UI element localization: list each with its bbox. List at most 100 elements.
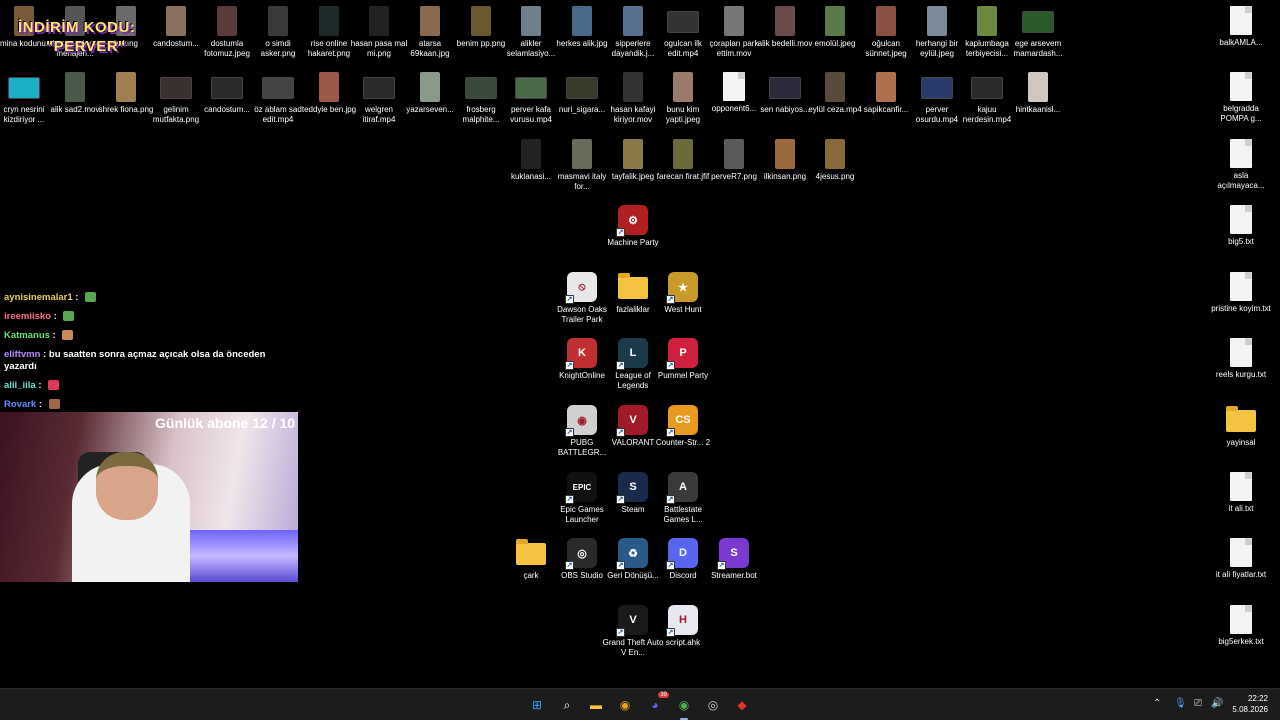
shortcut-arrow-icon: ↗ xyxy=(616,495,625,504)
image-thumbnail-icon xyxy=(977,6,997,36)
streamer-head xyxy=(96,452,158,520)
desktop-icon[interactable]: yayinsal xyxy=(1213,405,1269,448)
desktop-icon[interactable]: öz ablam sad edit.mp4 xyxy=(250,72,306,125)
microphone-icon[interactable]: 🎙 xyxy=(1174,698,1187,709)
video-thumbnail-icon xyxy=(8,77,40,99)
image-thumbnail-icon xyxy=(268,6,288,36)
image-thumbnail-icon xyxy=(521,139,541,169)
shortcut-arrow-icon: ↗ xyxy=(616,561,625,570)
image-thumbnail-icon xyxy=(724,139,744,169)
desktop-icon-label: script.ahk xyxy=(665,638,701,647)
shortcut-arrow-icon: ↗ xyxy=(565,428,574,437)
desktop-icon-label: Pummel Party xyxy=(657,371,709,380)
desktop-icon[interactable]: pristine koyim.txt xyxy=(1211,272,1271,314)
app-shortcut-icon: H ↗ xyxy=(666,605,698,637)
desktop-icon[interactable]: P ↗ Pummel Party xyxy=(655,338,711,381)
desktop-icon[interactable]: it ali.txt xyxy=(1213,472,1269,514)
desktop-icon[interactable]: reels kurgu.txt xyxy=(1213,338,1269,380)
desktop-icon[interactable]: atarsa 69kaan.jpg xyxy=(402,6,458,59)
desktop-icon[interactable]: H ↗ script.ahk xyxy=(655,605,711,648)
image-thumbnail-icon xyxy=(471,6,491,36)
tray-chevron-icon[interactable]: ⌃ xyxy=(1153,698,1161,709)
text-file-icon xyxy=(1230,6,1252,35)
desktop-icon[interactable]: A ↗ Battlestate Games L... xyxy=(655,472,711,525)
image-thumbnail-icon xyxy=(116,72,136,102)
notification-badge: 39 xyxy=(658,692,669,698)
app-shortcut-icon: K ↗ xyxy=(565,338,597,370)
desktop-icon[interactable]: S ↗ Streamer.bot xyxy=(706,538,762,581)
desktop-icon[interactable]: it ali fiyatlar.txt xyxy=(1213,538,1269,580)
video-thumbnail-icon xyxy=(667,11,699,33)
folder-icon xyxy=(618,273,648,299)
chat-emote-icon xyxy=(62,330,74,341)
desktop-icon[interactable]: ◉ ↗ PUBG BATTLEGR... xyxy=(554,405,610,458)
network-icon[interactable]: ⎚ xyxy=(1194,698,1202,709)
desktop-icon[interactable]: ★ ↗ West Hunt xyxy=(655,272,711,315)
image-thumbnail-icon xyxy=(775,6,795,36)
search-icon[interactable]: ⌕ xyxy=(557,695,577,715)
desktop-icon[interactable]: EPIC ↗ Epic Games Launcher xyxy=(554,472,610,525)
chat-separator: : xyxy=(40,349,49,360)
chrome-icon[interactable]: ◉ xyxy=(615,695,635,715)
app-shortcut-icon: ★ ↗ xyxy=(666,272,698,304)
desktop-icon[interactable]: welgren itiraf.mp4 xyxy=(351,72,407,125)
desktop-icon[interactable]: 4jesus.png xyxy=(807,139,863,182)
image-thumbnail-icon xyxy=(65,72,85,102)
desktop-icon-label: pristine koyim.txt xyxy=(1211,304,1271,313)
promo-overlay: İNDİRİM KODU: "PERVER" xyxy=(18,18,168,56)
desktop-icon[interactable]: big5.txt xyxy=(1213,205,1269,247)
video-thumbnail-icon xyxy=(160,77,192,99)
image-thumbnail-icon xyxy=(825,139,845,169)
text-file-icon xyxy=(1230,605,1252,634)
desktop-icon[interactable]: gelinim mutfakta.png xyxy=(148,72,204,125)
desktop-icon[interactable]: çorapları park ettim.mov xyxy=(706,6,762,59)
desktop-icon[interactable]: bunu kim yapti.jpeg xyxy=(655,72,711,125)
desktop-icon[interactable]: ⚙ ↗ Machine Party xyxy=(605,205,661,248)
chat-message: eliftvmn : bu saatten sonra açmaz açıcak… xyxy=(4,349,284,373)
text-file-icon xyxy=(1230,72,1252,101)
desktop-icon[interactable]: big5erkek.txt xyxy=(1213,605,1269,647)
desktop-icon[interactable]: kajuu nerdesin.mp4 xyxy=(959,72,1015,125)
desktop-icon[interactable]: ⦸ ↗ Dawson Oaks Trailer Park xyxy=(554,272,610,325)
image-thumbnail-icon xyxy=(623,139,643,169)
desktop-icon[interactable]: masmavi italy for... xyxy=(554,139,610,192)
desktop-icon[interactable]: balkAMLA... xyxy=(1213,6,1269,48)
file-explorer-icon[interactable]: ▬ xyxy=(586,695,606,715)
volume-icon[interactable]: 🔊 xyxy=(1211,698,1223,709)
discord-icon[interactable]: ◕ 39 xyxy=(645,692,669,715)
video-thumbnail-icon xyxy=(465,77,497,99)
desktop-icon[interactable]: L ↗ League of Legends xyxy=(605,338,661,391)
video-thumbnail-icon xyxy=(769,77,801,99)
desktop-icon[interactable]: cryn nesrini kizdiriyor ... xyxy=(0,72,52,125)
promo-line1: İNDİRİM KODU: xyxy=(18,19,136,36)
chrome-active-icon[interactable]: ◉ xyxy=(674,695,694,720)
desktop-icon[interactable]: asla açılmayaca... xyxy=(1213,139,1269,191)
shortcut-arrow-icon: ↗ xyxy=(565,361,574,370)
video-thumbnail-icon xyxy=(515,77,547,99)
desktop-icon[interactable]: V ↗ Grand Theft Auto V En... xyxy=(603,605,663,658)
desktop-icon[interactable]: belgradda POMPA g... xyxy=(1213,72,1269,124)
app-shortcut-icon: A ↗ xyxy=(666,472,698,504)
app-shortcut-icon: EPIC ↗ xyxy=(565,472,597,504)
start-icon[interactable]: ⊞ xyxy=(527,695,547,715)
obs-icon[interactable]: ◎ xyxy=(703,695,723,715)
image-thumbnail-icon xyxy=(825,6,845,36)
chat-message: Katmanus : xyxy=(4,330,284,342)
app-red-icon[interactable]: ◆ xyxy=(732,695,752,715)
desktop-icon-label: it ali.txt xyxy=(1228,504,1254,513)
desktop-icon[interactable]: ege arsevem mamardash... xyxy=(1010,6,1066,59)
shortcut-arrow-icon: ↗ xyxy=(666,295,675,304)
desktop-icon[interactable]: CS ↗ Counter-Str... 2 xyxy=(655,405,711,448)
clock[interactable]: 22:22 5.08.2026 xyxy=(1232,693,1268,715)
folder-icon xyxy=(1226,406,1256,432)
video-thumbnail-icon xyxy=(921,77,953,99)
text-file-icon xyxy=(723,72,745,101)
desktop-icon[interactable]: alikler selamlasiyo... xyxy=(503,6,559,59)
chat-message: aynisinemalar1 : xyxy=(4,292,284,304)
desktop-icon[interactable]: hintkaanisl... xyxy=(1010,72,1066,115)
desktop-icon-label: Battlestate Games L... xyxy=(663,505,703,524)
desktop-icon[interactable]: perver kafa vurusu.mp4 xyxy=(503,72,559,125)
video-thumbnail-icon xyxy=(211,77,243,99)
chat-username: Rovark xyxy=(4,399,37,410)
image-thumbnail-icon xyxy=(1028,72,1048,102)
